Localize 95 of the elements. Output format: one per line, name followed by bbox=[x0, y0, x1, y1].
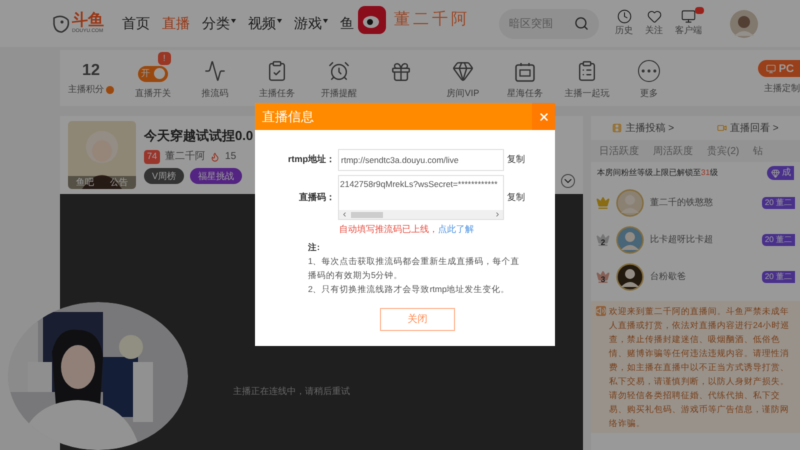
toolbar-item[interactable]: 更多 bbox=[618, 56, 680, 100]
streamer-name: 董二千阿 bbox=[165, 150, 206, 164]
heart-icon[interactable] bbox=[646, 9, 662, 24]
nav-link[interactable]: 首页 bbox=[122, 13, 150, 34]
toolbar-item[interactable]: 推流码 bbox=[184, 56, 246, 100]
search-field[interactable]: 暗区突围 bbox=[499, 8, 599, 38]
field-label: rtmp地址： bbox=[287, 153, 335, 166]
fan-name: 比卡超呀比卡超 bbox=[650, 232, 713, 246]
avatar-tag[interactable]: 鱼吧 bbox=[76, 176, 94, 189]
billboard-icon bbox=[515, 62, 535, 82]
diamond-icon bbox=[452, 60, 474, 82]
clipboard-icon bbox=[576, 60, 598, 82]
expand-icon[interactable] bbox=[561, 174, 575, 188]
fan-badge: 20 董二 bbox=[762, 196, 795, 208]
streamer-watermark: 董二千阿 bbox=[394, 10, 470, 30]
flame-icon bbox=[210, 152, 220, 162]
rtmp-field[interactable]: rtmp://sendtc3a.douyu.com/live bbox=[338, 149, 504, 171]
fan-avatar bbox=[616, 262, 644, 290]
crown-icon bbox=[596, 196, 610, 210]
nav-icon-label[interactable]: 关注 bbox=[645, 24, 663, 38]
stream-title: 今天穿越试试捏0.0 bbox=[144, 126, 254, 145]
fan-name: 台粉歇爸 bbox=[650, 270, 686, 283]
pc-button[interactable]: PC bbox=[758, 60, 800, 78]
fan-avatar bbox=[616, 226, 644, 254]
scroll-right-icon[interactable] bbox=[494, 211, 501, 218]
logo-text: 斗鱼 bbox=[72, 13, 104, 29]
toolbar-item[interactable]: 房间VIP bbox=[432, 56, 494, 100]
close-icon[interactable] bbox=[538, 110, 550, 122]
monitor-icon bbox=[766, 64, 776, 74]
level-badge: 74 bbox=[144, 150, 160, 164]
field-label: 直播码： bbox=[298, 190, 335, 204]
note-text: 2、只有切换推流线路才会导致rtmp地址发生变化。 bbox=[308, 282, 511, 296]
nav-link[interactable]: 直播 bbox=[162, 13, 190, 34]
user-avatar[interactable] bbox=[730, 10, 758, 38]
dialog-title: 直播信息 bbox=[262, 108, 314, 126]
close-dialog-button[interactable]: 关闭 bbox=[380, 308, 455, 330]
learn-more-link[interactable]: 点此了解 bbox=[438, 224, 474, 234]
fan-level-notice: 本房间粉丝等级上限已解锁至31级 bbox=[597, 167, 718, 179]
notice-text: 欢迎来到董二千阿的直播间。斗鱼严禁未成年人直播或打赏，依法对直播内容进行24小时巡查，禁止传播封建迷信、吸烟酗酒、低俗色情、赌博诈骗等任何违法违规内容。请理性消费，如主播在直播中以不正当方式诱导打赏、私下交易，请谨慎判断，以防人身财产损失。请勿轻信各类招聘征婚、代练代抽、私下交易、购买礼包码、游戏币等广告信息，谨防网络诈骗。 bbox=[609, 305, 790, 430]
pc-label: 主播定制 bbox=[764, 82, 800, 96]
side-link[interactable]: 主播投稿 > bbox=[612, 120, 674, 136]
film-icon bbox=[612, 123, 622, 133]
close-button[interactable] bbox=[532, 103, 555, 130]
code-field[interactable]: 2142758r9qMrekLs?wsSecret=************ bbox=[338, 175, 504, 220]
more-icon bbox=[638, 60, 660, 82]
caret-icon bbox=[323, 18, 328, 22]
nav-link[interactable]: 分类 bbox=[202, 13, 236, 34]
copy-button[interactable]: 复制 bbox=[507, 153, 525, 167]
auto-fill-hint: 自动填写推流码已上线， bbox=[339, 224, 438, 234]
fan-avatar bbox=[616, 188, 644, 216]
horizontal-scrollbar[interactable] bbox=[339, 210, 503, 219]
checklist-icon bbox=[266, 60, 288, 82]
score-label: 主播积分 bbox=[68, 83, 114, 97]
rank-chip[interactable]: 福星挑战 bbox=[190, 168, 242, 184]
caret-icon bbox=[277, 18, 282, 22]
join-fan-button[interactable]: 成 bbox=[767, 166, 794, 180]
toolbar-item[interactable]: 星海任务 bbox=[494, 56, 556, 100]
search-icon[interactable] bbox=[574, 16, 589, 30]
gift-icon bbox=[390, 61, 412, 83]
caret-icon bbox=[231, 18, 236, 22]
side-tab[interactable]: 周活跃度 bbox=[653, 144, 693, 158]
avatar-tag[interactable]: 公告 bbox=[110, 176, 128, 189]
client-icon[interactable] bbox=[681, 9, 696, 24]
toolbar-item[interactable]: 主播任务 bbox=[246, 56, 308, 100]
fan-name: 董二千的铁憨憨 bbox=[650, 196, 713, 209]
rank-chip[interactable]: V周榜 bbox=[144, 168, 184, 184]
toolbar-item[interactable]: 开播提醒 bbox=[308, 56, 370, 100]
note-text: 1、每次点击获取推流码都会重新生成直播码，每个直播码的有效期为5分钟。 bbox=[308, 254, 521, 282]
live-switch[interactable]: 开 bbox=[138, 66, 168, 82]
note-title: 注: bbox=[308, 240, 321, 254]
video-camera-icon bbox=[716, 123, 727, 133]
video-message: 主播正在连线中，请稍后重试 bbox=[233, 384, 350, 398]
speaker-icon bbox=[596, 306, 606, 316]
side-tab[interactable]: 钻 bbox=[753, 144, 764, 158]
clock-icon[interactable] bbox=[616, 9, 632, 24]
nav-link[interactable]: 游戏 bbox=[294, 13, 328, 34]
fan-badge: 20 董二 bbox=[762, 234, 795, 246]
nav-icon-label[interactable]: 历史 bbox=[615, 24, 633, 38]
side-tab[interactable]: 日活跃度 bbox=[599, 144, 639, 158]
toolbar-item[interactable]: 主播一起玩 bbox=[556, 56, 618, 100]
nav-link[interactable]: 视频 bbox=[248, 13, 282, 34]
nav-icon-label[interactable]: 客户端 bbox=[675, 24, 702, 38]
nav-link[interactable]: 鱼 bbox=[340, 13, 354, 34]
side-tab[interactable]: 贵宾(2) bbox=[707, 144, 740, 158]
waveform-icon bbox=[204, 60, 226, 82]
alert-badge: ! bbox=[158, 52, 171, 65]
hot-count: 15 bbox=[225, 150, 236, 164]
alarm-clock-icon bbox=[328, 60, 350, 82]
scroll-left-icon[interactable] bbox=[341, 211, 348, 218]
weibo-logo-icon bbox=[358, 6, 386, 34]
score-value: 12 bbox=[82, 61, 100, 82]
diamond-icon bbox=[771, 168, 780, 178]
fan-badge: 20 董二 bbox=[762, 270, 795, 282]
side-link[interactable]: 直播回看 > bbox=[716, 120, 779, 136]
copy-button[interactable]: 复制 bbox=[507, 190, 525, 204]
